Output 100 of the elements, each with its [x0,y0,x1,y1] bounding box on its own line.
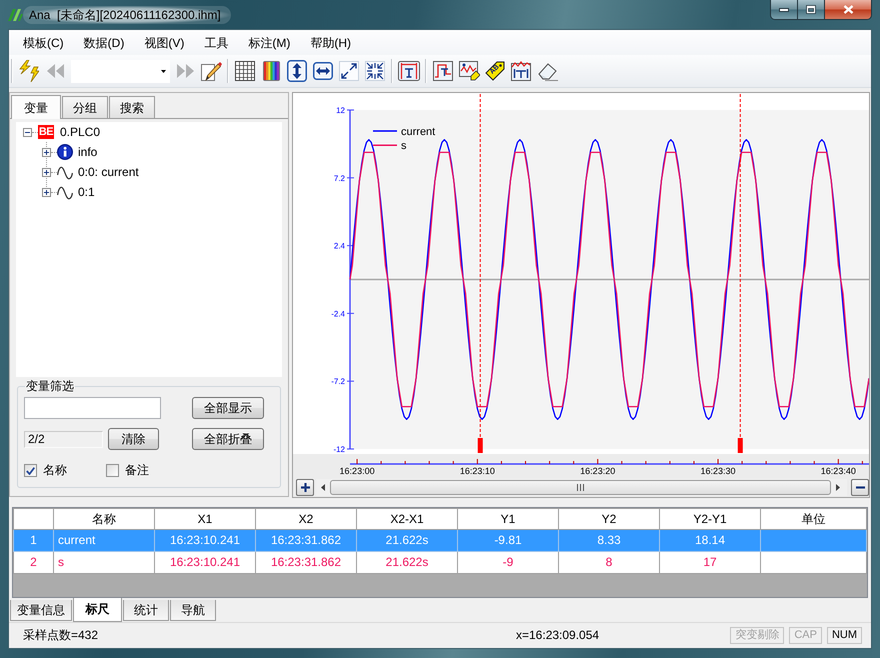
spectrum-icon [262,61,280,81]
checkbox[interactable] [24,464,37,477]
table-cell: 21.622s [356,552,458,574]
toolbar-button[interactable] [363,59,387,83]
tree-item-label[interactable]: 0:1 [78,184,95,200]
tab[interactable]: 导航 [170,600,216,621]
filter-field[interactable] [24,397,161,419]
tree-item-label[interactable]: 0.PLC0 [60,124,100,140]
status-indicator: 突变剔除 [730,627,784,644]
column-header: X1 [154,508,256,530]
tree-item-label[interactable]: info [78,144,98,160]
menu-item[interactable]: 数据(D) [74,34,134,50]
tree-item-label[interactable]: 0:0: current [78,164,139,180]
toolbar-button[interactable] [431,59,455,83]
plus-icon [300,482,310,492]
maximize-button[interactable] [798,0,825,19]
minimize-icon [779,8,789,12]
toolbar-button[interactable] [311,59,335,83]
diagonal-arrows-icon [339,61,359,81]
y-tick-label: 7.2 [334,174,345,183]
x-tick-label: 16:23:40 [820,466,856,476]
check-icon [26,466,35,474]
zoom-in-button[interactable] [296,478,314,496]
y-tick-label: 12 [336,106,345,115]
column-header: 单位 [760,508,866,530]
table-row[interactable]: 2 s 16:23:10.241 16:23:31.862 21.622s -9 8 17 [14,552,866,574]
y-tick-label: 2.4 [334,242,345,251]
device-tag: BE [38,125,54,139]
tab[interactable]: 统计 [123,600,169,621]
cursor-handle[interactable] [478,438,483,453]
x-tick-label: 16:23:10 [460,466,495,476]
table-cell: 17 [660,552,760,574]
x-tick-label: 16:23:00 [340,466,375,476]
table-cell: 16:23:31.862 [256,552,356,574]
table-cell: -9 [458,552,558,574]
tab[interactable]: 标尺 [73,598,122,622]
tab[interactable]: 分组 [62,96,108,118]
horizontal-scrollbar[interactable] [316,478,847,496]
column-header: Y1 [458,508,558,530]
right-arrow-icon [836,484,840,490]
expand-icon[interactable] [42,148,51,156]
step-chart-icon [433,61,453,81]
zoom-out-button[interactable] [851,478,869,496]
toolbar-button[interactable] [337,59,361,83]
clear-button[interactable]: 清除 [108,428,159,450]
wave-icon [57,164,73,180]
count-field: 2/2 [24,430,103,448]
close-button[interactable] [825,0,871,19]
y-tick-label: -7.2 [331,377,345,386]
x-tick-label: 16:23:20 [580,466,616,476]
collapse-icon[interactable] [23,128,32,136]
checkbox[interactable] [106,464,119,477]
toolbar-button[interactable] [397,59,421,83]
scroll-thumb[interactable] [330,480,831,494]
maximize-icon [806,5,816,14]
compress-icon [365,61,385,81]
wave-icon [57,184,73,200]
menu-item[interactable]: 工具 [194,34,238,50]
toolbar-button[interactable] [233,59,257,83]
y-tick-label: -2.4 [331,309,345,318]
expand-icon[interactable] [42,168,51,176]
menu-item[interactable]: 帮助(H) [300,34,362,50]
chart-tag-icon [458,61,480,81]
show-all-button[interactable]: 全部显示 [192,397,264,419]
app-icon [8,9,23,21]
toolbar-button[interactable] [285,59,309,83]
horizontal-arrows-icon [313,62,333,80]
tag-icon [485,61,505,81]
toolbar-button[interactable] [17,59,41,83]
tab[interactable]: 变量信息 [10,600,72,621]
y-tick-label: -12 [333,445,345,454]
toolbar-button[interactable] [199,59,223,83]
legend-label: s [401,140,406,152]
toolbar-button[interactable] [457,59,481,83]
lightning-icon [19,60,39,82]
cursor-handle[interactable] [738,438,743,453]
checkbox-label[interactable]: 名称 [43,463,67,478]
tab[interactable]: 变量 [11,95,61,119]
checkbox-label[interactable]: 备注 [125,463,149,478]
menu-item[interactable]: 标注(M) [238,34,300,50]
group-title: 变量筛选 [25,379,75,393]
grid-icon [235,61,255,81]
menu-item[interactable]: 视图(V) [134,34,194,50]
cursor-position: x=16:23:09.054 [516,628,600,643]
minimize-button[interactable] [771,0,798,19]
toolbar-button[interactable] [509,59,533,83]
legend-label: current [401,126,436,138]
collapse-all-button[interactable]: 全部折叠 [192,428,264,450]
chart-ruler-icon [511,61,531,81]
tab[interactable]: 搜索 [109,96,155,118]
table-cell: 8 [558,552,660,574]
rewind-icon [46,64,64,78]
x-tick-label: 16:23:30 [700,466,736,476]
row-number: 2 [14,552,54,574]
status-indicator: NUM [826,627,862,644]
caret-icon [161,70,166,72]
i-beam-icon [398,61,420,81]
table-cell: 16:23:10.241 [154,552,256,574]
expand-icon[interactable] [42,188,51,196]
menu-item[interactable]: 模板(C) [13,34,74,50]
